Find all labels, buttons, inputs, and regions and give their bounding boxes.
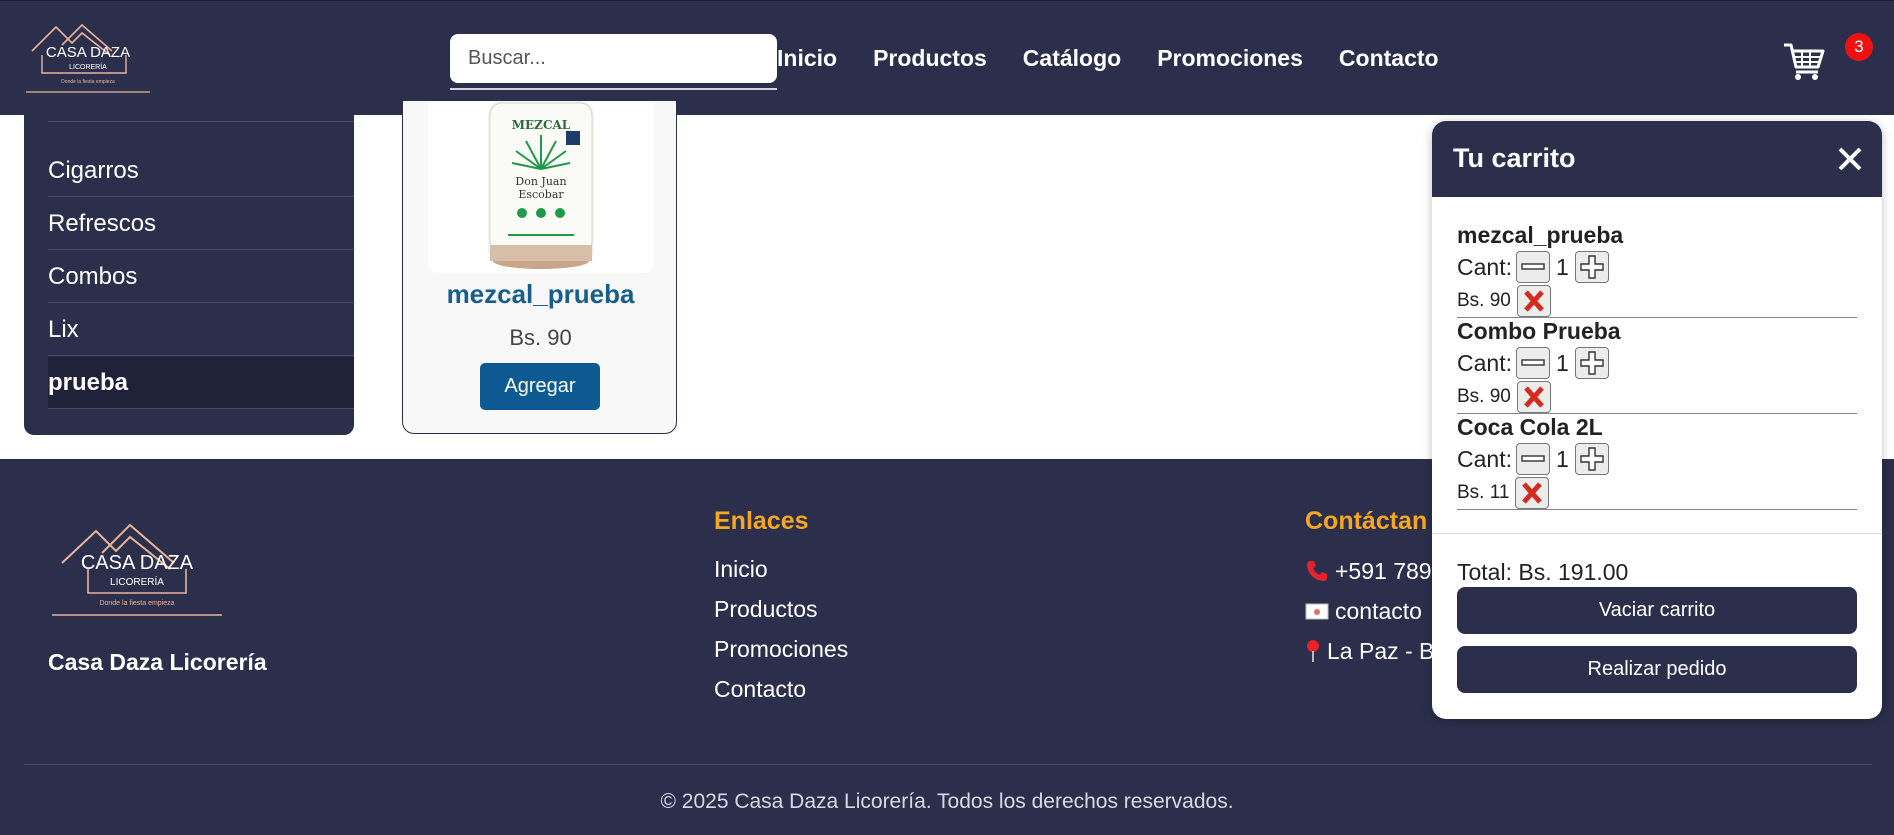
footer-link-promociones[interactable]: Promociones bbox=[714, 636, 848, 663]
clear-cart-button[interactable]: Vaciar carrito bbox=[1457, 587, 1857, 634]
bottle-brand: MEZCAL bbox=[512, 118, 571, 132]
cart-item-qty: 1 bbox=[1555, 253, 1569, 280]
sidebar-item-lix[interactable]: Lix bbox=[48, 304, 354, 356]
footer-link-productos[interactable]: Productos bbox=[714, 596, 818, 623]
cart-item-price-row: Bs. 11 bbox=[1457, 477, 1550, 509]
remove-icon[interactable] bbox=[1516, 285, 1551, 317]
product-name[interactable]: mezcal_prueba bbox=[403, 279, 678, 310]
cart-item: Combo Prueba Cant: 1 Bs. 90 bbox=[1457, 318, 1857, 414]
remove-icon[interactable] bbox=[1515, 477, 1550, 509]
cart-header: Tu carrito bbox=[1432, 121, 1882, 197]
add-to-cart-button[interactable]: Agregar bbox=[480, 363, 600, 410]
footer-logo: CASA DAZA LICORERÍA Donde la fiesta empi… bbox=[52, 523, 222, 616]
category-sidebar: Cigarros Refrescos Combos Lix prueba bbox=[24, 115, 354, 435]
logo-line2: LICORERÍA bbox=[69, 62, 107, 71]
cart-title: Tu carrito bbox=[1453, 143, 1576, 173]
cart-item-qty: 1 bbox=[1555, 445, 1569, 472]
minus-icon[interactable] bbox=[1515, 443, 1550, 475]
sidebar-item-refrescos[interactable]: Refrescos bbox=[48, 198, 354, 250]
contact-phone: +591 789 bbox=[1305, 558, 1432, 585]
contact-location: La Paz - B bbox=[1305, 638, 1434, 665]
minus-icon[interactable] bbox=[1515, 347, 1550, 379]
footer-link-inicio[interactable]: Inicio bbox=[714, 556, 768, 583]
footer-link-contacto[interactable]: Contacto bbox=[714, 676, 806, 703]
contact-email: contacto bbox=[1305, 598, 1422, 625]
sidebar-item-cigarros[interactable]: Cigarros bbox=[48, 145, 354, 197]
minus-icon[interactable] bbox=[1515, 251, 1550, 283]
product-image: MEZCAL Don Juan Escobar bbox=[428, 101, 654, 273]
contact-location-text: La Paz - B bbox=[1327, 638, 1435, 664]
site-logo[interactable]: CASA DAZA LICORERÍA Donde la fiesta empi… bbox=[26, 21, 150, 97]
cart-count-badge: 3 bbox=[1845, 33, 1873, 61]
plus-icon[interactable] bbox=[1574, 443, 1609, 475]
bottle-line1: Don Juan bbox=[515, 175, 566, 188]
search-box bbox=[450, 34, 777, 90]
plus-icon[interactable] bbox=[1574, 251, 1609, 283]
cart-item-name: Coca Cola 2L bbox=[1457, 414, 1603, 440]
sidebar-item-combos[interactable]: Combos bbox=[48, 251, 354, 303]
envelope-icon bbox=[1305, 603, 1329, 620]
footer-logo-line1: CASA DAZA bbox=[81, 552, 194, 574]
footer-logo-tagline: Donde la fiesta empieza bbox=[99, 600, 174, 607]
nav-contacto[interactable]: Contacto bbox=[1339, 45, 1439, 72]
site-header: CASA DAZA LICORERÍA Donde la fiesta empi… bbox=[0, 0, 1894, 115]
qty-label: Cant: bbox=[1457, 253, 1512, 280]
main-nav: Inicio Productos Catálogo Promociones Co… bbox=[777, 45, 1475, 72]
cart-icon[interactable] bbox=[1782, 39, 1826, 83]
cart-total: Total: Bs. 191.00 bbox=[1457, 559, 1629, 585]
contact-phone-text: +591 789 bbox=[1335, 558, 1432, 584]
nav-productos[interactable]: Productos bbox=[873, 45, 987, 72]
nav-catalogo[interactable]: Catálogo bbox=[1023, 45, 1121, 72]
cart-item-price: Bs. 11 bbox=[1457, 482, 1510, 503]
cart-item-price-row: Bs. 90 bbox=[1457, 285, 1551, 317]
cart-item-name: Combo Prueba bbox=[1457, 318, 1621, 344]
logo-line1: CASA DAZA bbox=[46, 44, 130, 61]
phone-icon bbox=[1307, 561, 1327, 581]
sidebar-divider bbox=[48, 121, 354, 122]
footer-links-title: Enlaces bbox=[714, 507, 809, 535]
product-card: MEZCAL Don Juan Escobar mezcal_prueba Bs… bbox=[402, 100, 677, 434]
cart-item-qty: 1 bbox=[1555, 349, 1569, 376]
cart-item-price: Bs. 90 bbox=[1457, 386, 1511, 407]
cart-item-name: mezcal_prueba bbox=[1457, 222, 1624, 248]
footer-logo-line2: LICORERÍA bbox=[110, 575, 164, 588]
cart-item-qty-row: Cant: 1 bbox=[1457, 251, 1613, 283]
close-icon[interactable] bbox=[1834, 143, 1866, 175]
cart-item-qty-row: Cant: 1 bbox=[1457, 347, 1613, 379]
cart-panel: Tu carrito mezcal_prueba Cant: 1 Bs. 90 … bbox=[1432, 121, 1882, 719]
cart-item-qty-row: Cant: 1 bbox=[1457, 443, 1613, 475]
product-price: Bs. 90 bbox=[509, 325, 572, 350]
search-underline bbox=[450, 88, 777, 90]
footer-brand-name: Casa Daza Licorería bbox=[48, 649, 267, 675]
contact-email-text: contacto bbox=[1335, 598, 1422, 624]
plus-icon[interactable] bbox=[1574, 347, 1609, 379]
sidebar-item-prueba[interactable]: prueba bbox=[48, 357, 354, 409]
cart-item-price-row: Bs. 90 bbox=[1457, 381, 1551, 413]
nav-inicio[interactable]: Inicio bbox=[777, 45, 837, 72]
logo-tagline: Donde la fiesta empieza bbox=[61, 79, 115, 85]
qty-label: Cant: bbox=[1457, 445, 1512, 472]
cart-item: Coca Cola 2L Cant: 1 Bs. 11 bbox=[1457, 414, 1857, 510]
footer-contact-title: Contáctan bbox=[1305, 507, 1428, 535]
footer-divider bbox=[24, 764, 1872, 765]
place-order-button[interactable]: Realizar pedido bbox=[1457, 646, 1857, 693]
cart-divider bbox=[1432, 533, 1882, 534]
search-input[interactable] bbox=[450, 34, 777, 83]
cart-item-price: Bs. 90 bbox=[1457, 290, 1511, 311]
nav-promociones[interactable]: Promociones bbox=[1157, 45, 1303, 72]
bottle-line2: Escobar bbox=[518, 188, 564, 201]
pin-icon bbox=[1307, 640, 1319, 662]
remove-icon[interactable] bbox=[1516, 381, 1551, 413]
copyright-text: © 2025 Casa Daza Licorería. Todos los de… bbox=[660, 790, 1234, 813]
cart-item: mezcal_prueba Cant: 1 Bs. 90 bbox=[1457, 222, 1857, 318]
qty-label: Cant: bbox=[1457, 349, 1512, 376]
